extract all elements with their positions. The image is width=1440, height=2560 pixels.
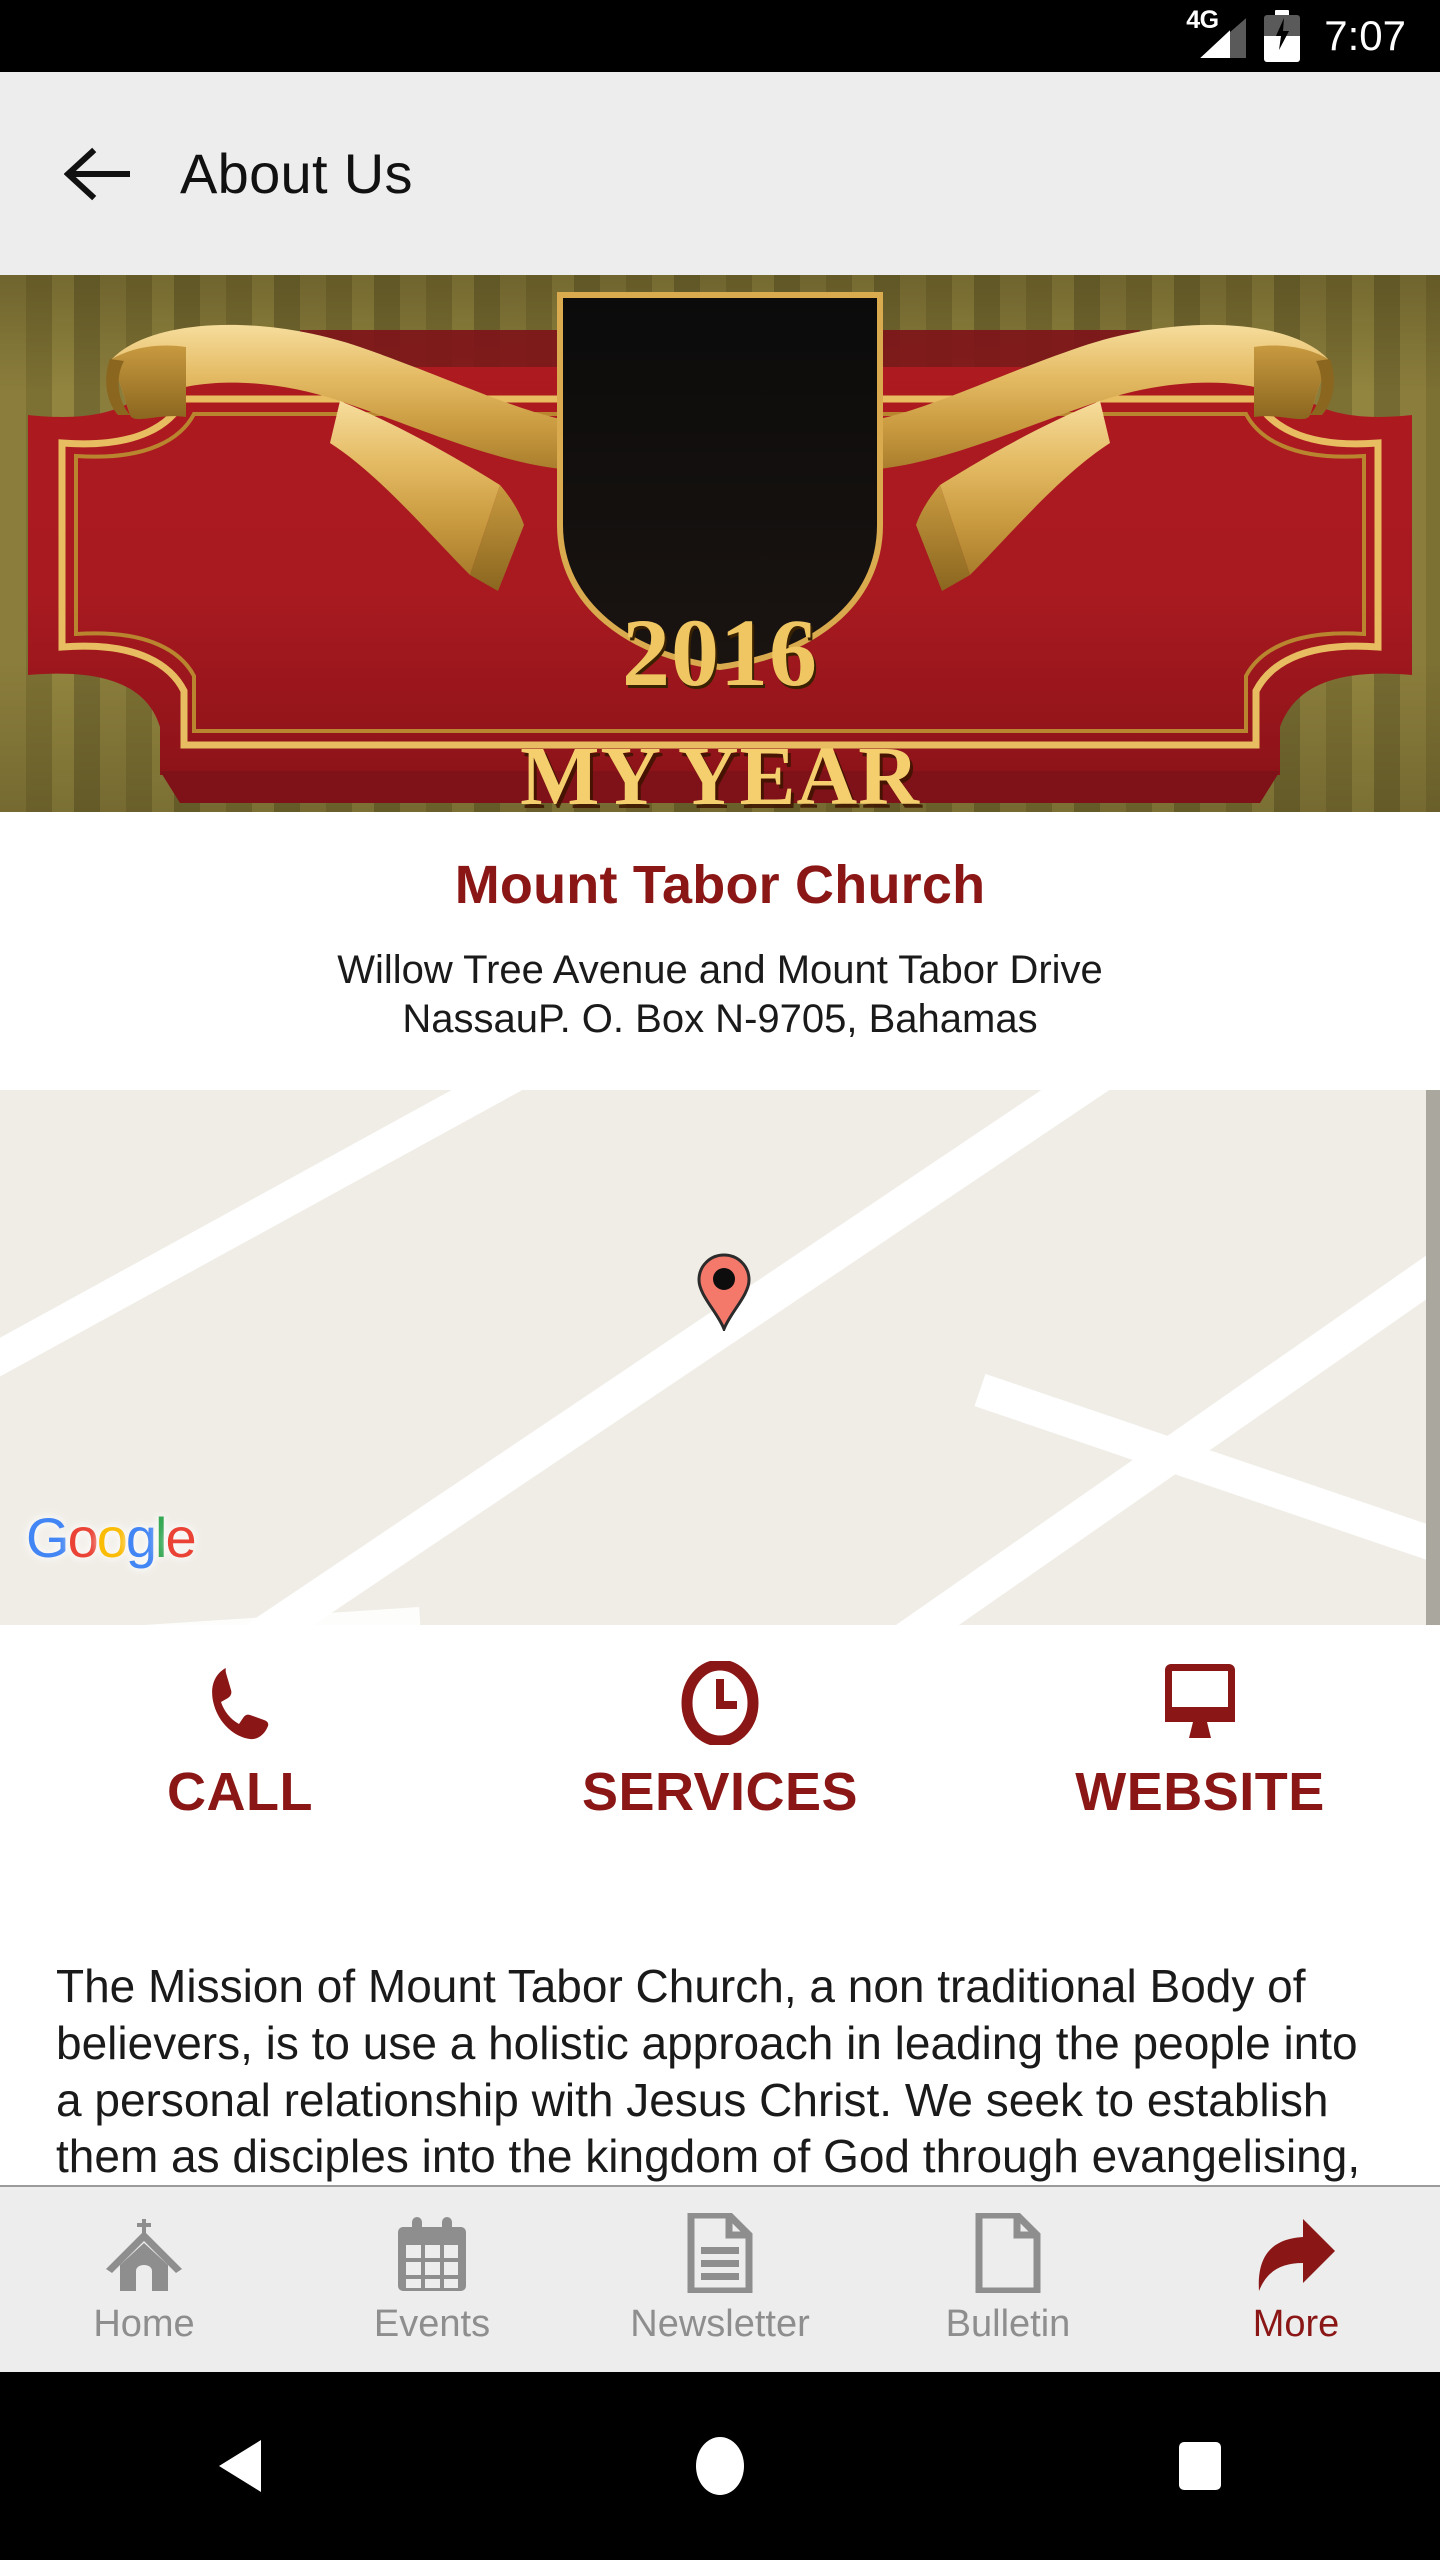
signal-triangle-fg [1200,30,1231,58]
banner-theme-line-1: MY YEAR [520,730,920,812]
document-lines-icon [685,2211,755,2293]
google-letter-g1: G [26,1506,70,1569]
google-letter-l: l [155,1506,168,1569]
status-bar: 4G 7:07 [0,0,1440,72]
nav-label-newsletter: Newsletter [630,2302,810,2345]
status-icons: 4G 7:07 [1184,6,1406,62]
church-name: Mount Tabor Church [454,855,986,915]
triangle-back-icon [219,2440,261,2492]
call-label: CALL [167,1762,313,1822]
system-home-button[interactable] [630,2411,810,2521]
nav-label-more: More [1252,2302,1340,2345]
banner-theme: MY YEAR OF TRANSFORMATIVE LIVING [0,730,1440,812]
google-watermark: Google [26,1506,197,1569]
network-type-label: 4G [1186,6,1219,34]
google-letter-e: e [165,1506,196,1569]
address-line-1: Willow Tree Avenue and Mount Tabor Drive [337,948,1103,992]
website-label: WEBSITE [1075,1762,1325,1822]
map-roads [0,1090,1440,1625]
nav-item-home[interactable]: Home [0,2187,288,2372]
share-arrow-icon [1253,2211,1339,2293]
services-button[interactable]: SERVICES [480,1625,960,1910]
nav-label-bulletin: Bulletin [945,2302,1071,2345]
circle-home-icon [696,2437,744,2495]
mission-text: The Mission of Mount Tabor Church, a non… [56,1960,1361,2183]
location-map[interactable] [0,1090,1440,1625]
nav-item-more[interactable]: More [1152,2187,1440,2372]
status-clock: 7:07 [1324,12,1406,59]
map-pin-icon [696,1253,752,1334]
nav-item-bulletin[interactable]: Bulletin [864,2187,1152,2372]
services-label: SERVICES [581,1762,859,1822]
year-theme-banner: 2016 MY YEAR OF TRANSFORMATIVE LIVING [0,275,1440,812]
monitor-icon [1157,1659,1243,1747]
church-address: Willow Tree Avenue and Mount Tabor Drive… [0,946,1440,1044]
mission-statement: The Mission of Mount Tabor Church, a non… [0,1910,1440,2185]
page-icon [973,2211,1043,2293]
app-bar: About Us [0,72,1440,275]
church-info-section: Mount Tabor Church Willow Tree Avenue an… [0,812,1440,1090]
website-button[interactable]: WEBSITE [960,1625,1440,1910]
nav-label-events: Events [373,2302,491,2345]
system-navigation-bar [0,2372,1440,2560]
nav-item-events[interactable]: Events [288,2187,576,2372]
nav-item-newsletter[interactable]: Newsletter [576,2187,864,2372]
back-button[interactable] [40,115,158,233]
phone-icon [202,1659,278,1747]
google-letter-o1: o [67,1506,99,1569]
google-letter-o2: o [96,1506,128,1569]
calendar-icon [394,2211,470,2293]
church-icon [102,2211,186,2293]
system-back-button[interactable] [150,2411,330,2521]
action-buttons: CALL SERVICES WEBSITE [0,1625,1440,1910]
nav-label-home: Home [93,2302,195,2345]
address-line-2: NassauP. O. Box N-9705, Bahamas [402,996,1038,1041]
bottom-navigation: Home Events Newsletter Bulletin More [0,2185,1440,2372]
banner-year: 2016 [622,599,818,706]
google-letter-g2: g [125,1506,157,1569]
call-button[interactable]: CALL [0,1625,480,1910]
clock-icon [679,1659,761,1747]
system-recents-button[interactable] [1110,2411,1290,2521]
map-scrollbar[interactable] [1426,1090,1440,1625]
signal-bars-icon: 4G [1184,6,1247,62]
battery-charging-icon [1264,10,1301,62]
square-recents-icon [1179,2442,1221,2490]
arrow-left-icon [64,147,130,200]
page-title: About Us [180,142,413,205]
